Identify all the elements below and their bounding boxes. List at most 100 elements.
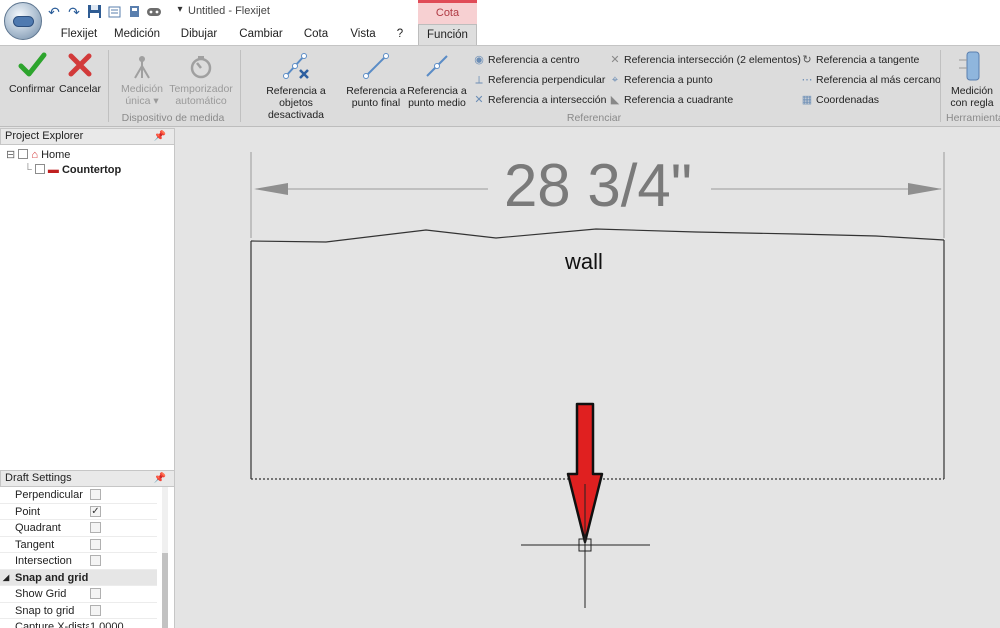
expand-icon[interactable]: ◢ — [3, 570, 9, 586]
snap-point-label: Referencia a punto — [624, 74, 713, 86]
project-explorer-title: Project Explorer — [5, 130, 84, 142]
snap-midpoint-button[interactable]: Referencia a punto medio — [406, 50, 468, 109]
tab-help[interactable]: ? — [388, 24, 412, 45]
intersection-icon: ✕ — [474, 94, 484, 106]
group-label-snap: Referenciar — [566, 112, 622, 124]
snap-perpendicular-button[interactable]: ⟂ Referencia perpendicular — [472, 72, 605, 88]
timer-icon — [190, 56, 212, 79]
tree-line: └ — [24, 164, 32, 176]
drawing-canvas[interactable]: 28 3/4" wall — [176, 128, 1000, 628]
snap-intersection-2-label: Referencia intersección (2 elementos) — [624, 54, 801, 66]
property-row-show-grid: Show Grid — [0, 586, 157, 603]
ribbon-separator — [108, 50, 109, 122]
tab-funcion[interactable]: Función — [418, 24, 477, 45]
dimension-arrow-right — [908, 183, 942, 195]
property-label: Tangent — [15, 538, 55, 551]
confirm-button[interactable]: Confirmar — [6, 50, 58, 95]
ribbon: Confirmar Cancelar Medición única ▾ Temp… — [0, 45, 1000, 127]
snap-point-button[interactable]: ⌖ Referencia a punto — [608, 72, 713, 88]
snap-nearest-button[interactable]: ⋯ Referencia al más cercano — [800, 72, 941, 88]
tab-cota[interactable]: Cota — [298, 24, 334, 45]
tab-dibujar[interactable]: Dibujar — [172, 24, 226, 45]
tab-vista[interactable]: Vista — [344, 24, 382, 45]
window-title: Untitled - Flexijet — [188, 5, 270, 17]
project-explorer-header: Project Explorer 📌 — [0, 128, 175, 145]
snap-quadrant-button[interactable]: ◣ Referencia a cuadrante — [608, 92, 733, 108]
property-row-snap-to-grid: Snap to grid — [0, 603, 157, 619]
property-checkbox[interactable]: ✓ — [90, 505, 101, 517]
intersection-2-icon: ✕ — [610, 54, 620, 66]
snap-intersection-label: Referencia a intersección — [488, 94, 607, 106]
snap-tangent-button[interactable]: ↻ Referencia a tangente — [800, 52, 919, 68]
property-category-snap-grid[interactable]: ◢ Snap and grid — [0, 569, 157, 586]
app-logo-icon — [13, 16, 34, 27]
project-explorer-tree: ⊟ ⌂ Home └ ▬ Countertop — [0, 145, 175, 470]
ribbon-separator — [940, 50, 941, 122]
rule-measure-button[interactable]: Medición con regla — [946, 50, 998, 109]
wall-edge[interactable] — [250, 228, 945, 243]
pin-icon[interactable]: 📌 — [154, 129, 166, 144]
tangent-icon: ↻ — [802, 54, 812, 66]
property-value[interactable]: 1,0000 — [90, 619, 124, 628]
coordinates-button[interactable]: ▦ Coordenadas — [800, 92, 879, 108]
tab-flexijet[interactable]: Flexijet — [52, 24, 106, 45]
property-checkbox[interactable] — [90, 538, 101, 550]
snap-off-icon — [283, 53, 309, 79]
nearest-icon: ⋯ — [801, 74, 813, 86]
app-menu-button[interactable] — [4, 2, 42, 40]
collapse-icon[interactable]: ⊟ — [6, 149, 15, 161]
ruler-icon — [959, 51, 980, 81]
property-row-capture-x: Capture X-dista 1,0000 — [0, 619, 157, 628]
snap-intersection-button[interactable]: ✕ Referencia a intersección — [472, 92, 606, 108]
device-icon[interactable] — [126, 4, 142, 20]
property-label: Quadrant — [15, 522, 61, 534]
quick-access-dropdown[interactable]: ▾ — [172, 2, 188, 18]
property-checkbox[interactable] — [90, 489, 101, 500]
snap-objects-off-button[interactable]: Referencia a objetos desactivada — [248, 50, 344, 121]
dimension-arrow-left — [254, 183, 288, 195]
wall-label: wall — [564, 249, 603, 274]
property-checkbox[interactable] — [90, 588, 101, 599]
property-label: Perpendicular — [15, 489, 83, 501]
scrollbar-thumb[interactable] — [162, 553, 168, 628]
save-icon[interactable] — [86, 4, 102, 20]
property-label: Show Grid — [15, 588, 67, 600]
redo-icon[interactable]: ↷ — [66, 4, 82, 20]
snap-center-button[interactable]: ◉ Referencia a centro — [472, 52, 580, 68]
countertop-checkbox[interactable] — [34, 164, 45, 174]
snap-quadrant-label: Referencia a cuadrante — [624, 94, 734, 106]
property-checkbox[interactable] — [90, 522, 101, 533]
close-icon — [68, 53, 92, 77]
undo-icon[interactable]: ↶ — [46, 4, 62, 20]
countertop-icon: ▬ — [47, 164, 59, 176]
context-tab-group-label: Cota — [418, 0, 477, 24]
home-checkbox[interactable] — [18, 149, 29, 159]
gamepad-icon[interactable] — [146, 4, 162, 20]
draft-settings-scrollbar[interactable] — [162, 487, 168, 628]
midpoint-label-2: punto medio — [408, 97, 466, 109]
tab-cambiar[interactable]: Cambiar — [232, 24, 290, 45]
export-icon[interactable] — [106, 4, 122, 20]
property-checkbox[interactable] — [90, 555, 101, 566]
draft-settings-grid: Perpendicular Point ✓ Quadrant Tangent In… — [0, 487, 175, 628]
tripod-icon — [134, 56, 150, 79]
property-checkbox[interactable] — [90, 604, 101, 616]
single-measure-label-1: Medición — [120, 83, 164, 95]
cancel-button[interactable]: Cancelar — [58, 50, 102, 95]
property-row-perpendicular: Perpendicular — [0, 487, 157, 504]
midpoint-label-1: Referencia a — [407, 85, 467, 97]
snap-tangent-label: Referencia a tangente — [816, 54, 920, 66]
pin-icon[interactable]: 📌 — [154, 471, 166, 486]
snap-center-label: Referencia a centro — [488, 54, 580, 66]
snap-endpoint-button[interactable]: Referencia a punto final — [346, 50, 406, 109]
tab-medicion[interactable]: Medición — [108, 24, 166, 45]
draft-settings-title: Draft Settings — [5, 472, 72, 484]
single-measure-button[interactable]: Medición única ▾ — [114, 54, 170, 107]
confirm-label: Confirmar — [8, 83, 56, 95]
tree-item-home[interactable]: ⊟ ⌂ Home — [6, 148, 70, 163]
tree-item-countertop[interactable]: └ ▬ Countertop — [24, 163, 121, 178]
snap-intersection-2-button[interactable]: ✕ Referencia intersección (2 elementos) — [608, 52, 801, 68]
auto-timer-button[interactable]: Temporizador automático — [168, 54, 234, 107]
group-label-device: Dispositivo de medida — [121, 112, 225, 124]
menu-tabs: Flexijet Medición Dibujar Cambiar Cota V… — [0, 24, 1000, 45]
